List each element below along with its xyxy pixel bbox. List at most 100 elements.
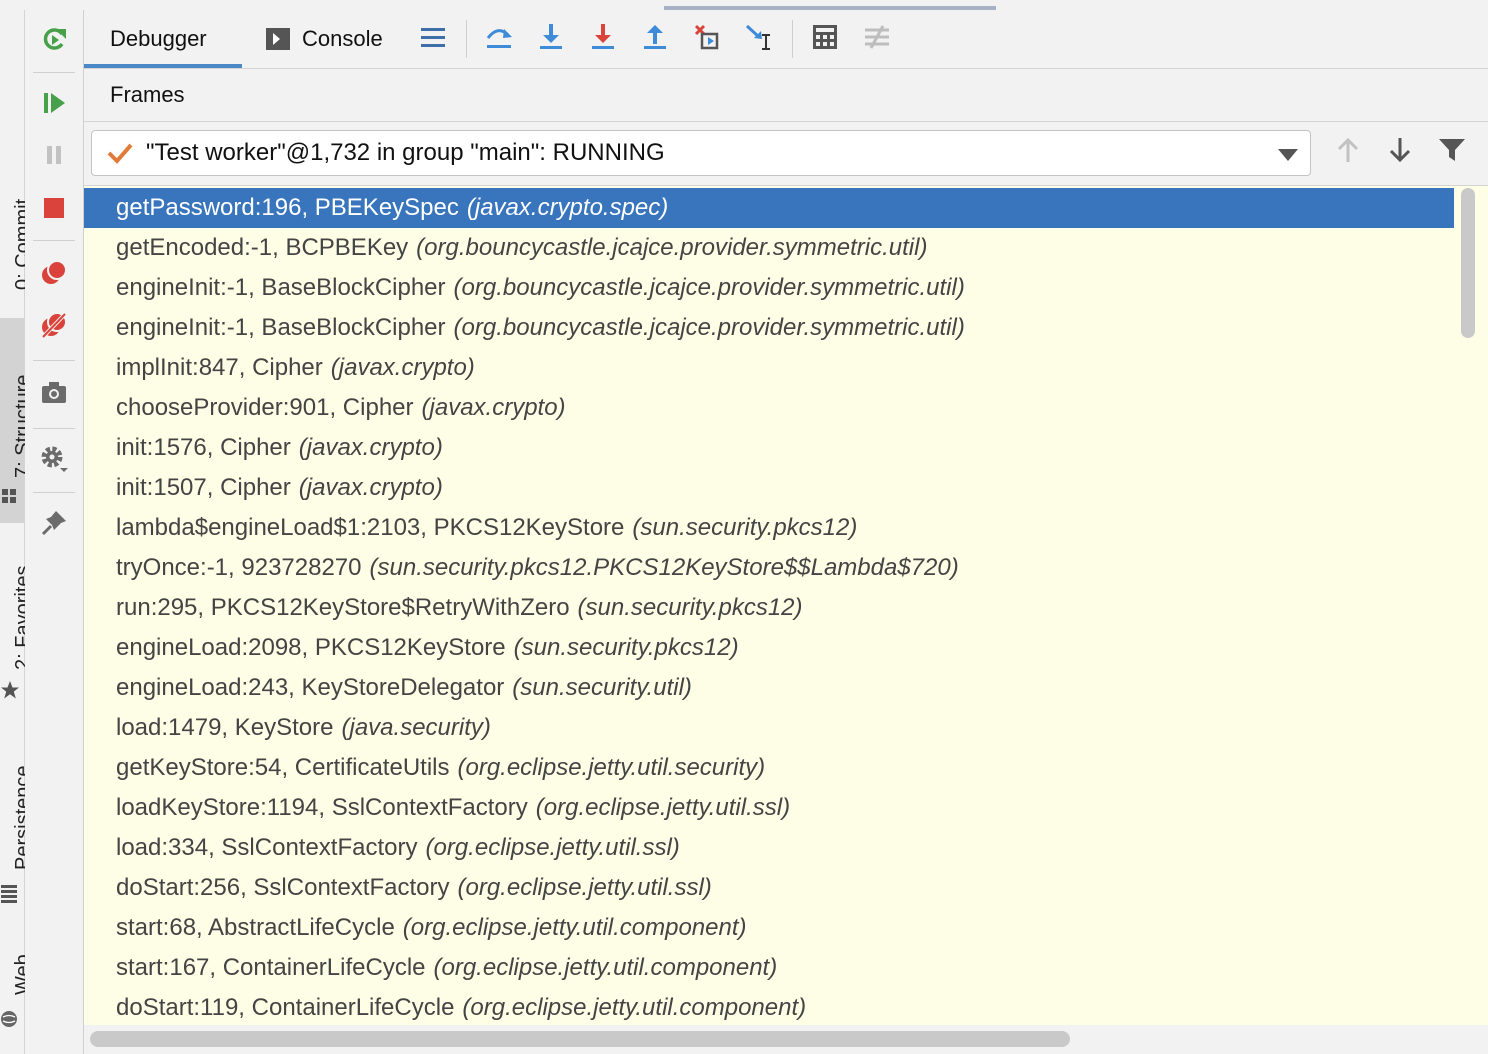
trace-stream-button[interactable] <box>860 22 894 56</box>
frame-method: engineInit:-1, BaseBlockCipher <box>116 314 446 341</box>
frame-method: lambda$engineLoad$1:2103, PKCS12KeyStore <box>116 514 625 541</box>
show-execution-point-icon <box>484 23 514 56</box>
pause-icon <box>42 143 66 172</box>
settings-button[interactable] <box>37 444 71 478</box>
action-separator <box>33 360 75 361</box>
horizontal-scrollbar[interactable] <box>90 1031 1070 1047</box>
toolbar-separator <box>466 20 467 58</box>
frame-row[interactable]: doStart:119, ContainerLifeCycle (org.ecli… <box>84 988 1454 1026</box>
frame-row[interactable]: implInit:847, Cipher (javax.crypto) <box>84 348 1454 388</box>
action-separator <box>33 240 75 241</box>
view-breakpoints-button[interactable] <box>37 258 71 292</box>
force-step-into-icon <box>589 23 617 56</box>
pause-button[interactable] <box>37 140 71 174</box>
frame-row[interactable]: getPassword:196, PBEKeySpec (javax.crypto… <box>84 188 1454 228</box>
side-tab-commit[interactable]: 0: Commit <box>0 140 34 300</box>
tab-debugger[interactable]: Debugger <box>84 10 242 68</box>
show-execution-point-button[interactable] <box>482 22 516 56</box>
previous-frame-button[interactable] <box>1330 134 1366 170</box>
step-into-icon <box>537 23 565 56</box>
layout-menu-icon <box>420 26 446 53</box>
debug-action-column <box>25 10 84 1054</box>
frame-row[interactable]: load:334, SslContextFactory (org.eclipse.… <box>84 828 1454 868</box>
step-into-button[interactable] <box>534 22 568 56</box>
frame-row[interactable]: engineInit:-1, BaseBlockCipher (org.bounc… <box>84 268 1454 308</box>
frame-package: (javax.crypto) <box>298 474 443 501</box>
toolbar-separator <box>792 20 793 58</box>
thread-selector-value: "Test worker"@1,732 in group "main": RUN… <box>146 139 665 166</box>
debugger-panel: Debugger Console Frames "Test worker"@1,… <box>84 10 1488 1054</box>
frame-method: engineLoad:2098, PKCS12KeyStore <box>116 634 506 661</box>
frame-method: implInit:847, Cipher <box>116 354 323 381</box>
persistence-icon <box>1 885 17 909</box>
frame-row[interactable]: engineLoad:243, KeyStoreDelegator (sun.se… <box>84 668 1454 708</box>
resume-icon <box>41 90 67 121</box>
frame-package: (org.eclipse.jetty.util.component) <box>402 914 747 941</box>
step-out-button[interactable] <box>638 22 672 56</box>
drop-frame-icon <box>693 23 721 56</box>
side-tab-structure[interactable]: 7: Structure <box>0 318 34 523</box>
frame-package: (javax.crypto) <box>421 394 566 421</box>
side-tab-favorites[interactable]: 2: Favorites <box>0 540 34 710</box>
frame-row[interactable]: engineLoad:2098, PKCS12KeyStore (sun.secu… <box>84 628 1454 668</box>
frame-row[interactable]: engineInit:-1, BaseBlockCipher (org.bounc… <box>84 308 1454 348</box>
filter-icon <box>1438 137 1466 168</box>
frame-package: (sun.security.pkcs12) <box>513 634 739 661</box>
frame-row[interactable]: init:1507, Cipher (javax.crypto) <box>84 468 1454 508</box>
run-to-cursor-icon <box>744 23 774 56</box>
pin-icon <box>40 509 68 542</box>
get-thread-dump-button[interactable] <box>37 378 71 412</box>
frame-method: doStart:119, ContainerLifeCycle <box>116 994 455 1021</box>
frame-row[interactable]: doStart:256, SslContextFactory (org.eclip… <box>84 868 1454 908</box>
resume-button[interactable] <box>37 88 71 122</box>
frame-method: getPassword:196, PBEKeySpec <box>116 194 459 221</box>
frames-header: Frames <box>84 69 1488 122</box>
frame-method: getEncoded:-1, BCPBEKey <box>116 234 409 261</box>
vertical-scrollbar[interactable] <box>1461 188 1475 338</box>
side-tab-persistence[interactable]: Persistence <box>0 740 34 920</box>
frame-method: load:334, SslContextFactory <box>116 834 418 861</box>
drop-frame-button[interactable] <box>690 22 724 56</box>
frame-method: start:68, AbstractLifeCycle <box>116 914 395 941</box>
force-step-into-button[interactable] <box>586 22 620 56</box>
rerun-button[interactable] <box>37 24 71 58</box>
frame-row[interactable]: start:68, AbstractLifeCycle (org.eclipse.… <box>84 908 1454 948</box>
tab-console[interactable]: Console <box>266 10 406 68</box>
layout-menu-button[interactable] <box>416 22 450 56</box>
frame-package: (org.eclipse.jetty.util.component) <box>433 954 778 981</box>
frame-method: init:1507, Cipher <box>116 474 291 501</box>
pin-tab-button[interactable] <box>37 508 71 542</box>
thread-selector[interactable]: "Test worker"@1,732 in group "main": RUN… <box>91 130 1311 176</box>
evaluate-expression-button[interactable] <box>808 22 842 56</box>
trace-stream-icon <box>863 24 891 54</box>
chevron-down-icon <box>1278 148 1298 166</box>
frame-row[interactable]: tryOnce:-1, 923728270 (sun.security.pkcs1… <box>84 548 1454 588</box>
step-out-icon <box>641 23 669 56</box>
mute-breakpoints-button[interactable] <box>37 310 71 344</box>
frame-row[interactable]: load:1479, KeyStore (java.security) <box>84 708 1454 748</box>
filter-frames-button[interactable] <box>1434 134 1470 170</box>
frame-method: getKeyStore:54, CertificateUtils <box>116 754 450 781</box>
arrow-up-icon <box>1336 137 1360 168</box>
frames-list[interactable]: doStart:119, ContainerLifeCycle (org.ecli… <box>84 185 1488 1026</box>
frame-row[interactable]: init:1576, Cipher (javax.crypto) <box>84 428 1454 468</box>
frame-row[interactable]: run:295, PKCS12KeyStore$RetryWithZero (su… <box>84 588 1454 628</box>
frame-row[interactable]: getKeyStore:54, CertificateUtils (org.ecl… <box>84 748 1454 788</box>
frame-row[interactable]: start:167, ContainerLifeCycle (org.eclips… <box>84 948 1454 988</box>
debugger-toolbar: Debugger Console <box>84 10 1488 69</box>
side-tab-web[interactable]: Web <box>0 940 34 1050</box>
run-to-cursor-button[interactable] <box>742 22 776 56</box>
frame-row[interactable]: getEncoded:-1, BCPBEKey (org.bouncycastle… <box>84 228 1454 268</box>
frame-method: doStart:256, SslContextFactory <box>116 874 450 901</box>
frame-method: engineInit:-1, BaseBlockCipher <box>116 274 446 301</box>
frame-row[interactable]: lambda$engineLoad$1:2103, PKCS12KeyStore… <box>84 508 1454 548</box>
next-frame-button[interactable] <box>1382 134 1418 170</box>
frame-row[interactable]: loadKeyStore:1194, SslContextFactory (org… <box>84 788 1454 828</box>
frame-method: start:167, ContainerLifeCycle <box>116 954 426 981</box>
console-icon <box>266 28 290 50</box>
action-separator <box>33 72 75 73</box>
check-icon <box>106 142 134 164</box>
stop-button[interactable] <box>37 193 71 227</box>
frame-row[interactable]: chooseProvider:901, Cipher (javax.crypto) <box>84 388 1454 428</box>
frame-package: (java.security) <box>341 714 491 741</box>
